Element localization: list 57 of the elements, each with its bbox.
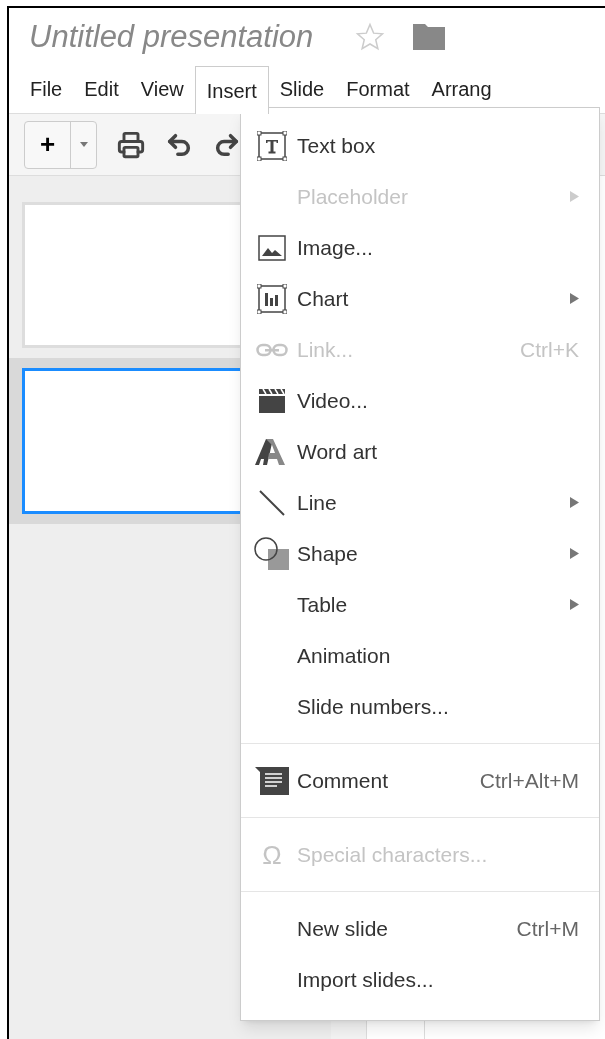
menu-item-label: Image... — [297, 234, 373, 261]
folder-icon[interactable] — [413, 24, 446, 50]
new-slide-button[interactable]: + — [25, 121, 71, 168]
image-icon — [258, 234, 286, 261]
menu-item-label: Placeholder — [297, 183, 408, 210]
submenu-arrow-icon — [570, 497, 579, 508]
menu-item-label: Chart — [297, 285, 349, 312]
menu-item-label: Line — [297, 489, 337, 516]
menu-item[interactable]: Chart — [241, 273, 599, 324]
menu-item-label: Word art — [297, 438, 378, 465]
submenu-arrow-icon — [570, 599, 579, 610]
submenu-arrow-icon — [570, 191, 579, 202]
new-slide-button-group[interactable]: + — [24, 120, 97, 169]
menu-item[interactable]: Import slides... — [241, 954, 599, 1005]
menu-item[interactable]: Word art — [241, 426, 599, 477]
menu-item-label: New slide — [297, 915, 389, 942]
menu-bar-item[interactable]: Insert — [194, 66, 269, 114]
line-icon — [258, 488, 286, 517]
shortcut-label: Ctrl+M — [516, 915, 579, 942]
menu-item[interactable]: Comment Ctrl+Alt+M — [241, 755, 599, 806]
text-box-icon — [257, 130, 287, 161]
menu-item[interactable]: Table — [241, 579, 599, 630]
submenu-arrow-icon — [570, 548, 579, 559]
print-icon[interactable] — [117, 130, 145, 159]
menu-item-label: Table — [297, 591, 348, 618]
clapperboard-icon — [258, 387, 286, 414]
chart-icon — [257, 283, 287, 314]
menu-bar-item[interactable]: Edit — [73, 65, 130, 113]
menu-item[interactable]: Slide numbers... — [241, 681, 599, 732]
submenu-arrow-icon — [570, 293, 579, 304]
caret-icon — [79, 142, 88, 147]
star-icon[interactable] — [355, 22, 386, 52]
menu-item-label: Video... — [297, 387, 368, 414]
menu-bar-item[interactable]: View — [129, 65, 195, 113]
menu-item-label: Special characters... — [297, 841, 488, 868]
menu-item-label: Slide numbers... — [297, 693, 449, 720]
menu-item-label: Shape — [297, 540, 358, 567]
shortcut-label: Ctrl+Alt+M — [479, 767, 579, 794]
shortcut-label: Ctrl+K — [520, 336, 579, 363]
menu-item[interactable]: Animation — [241, 630, 599, 681]
shapes-icon — [254, 536, 290, 571]
menu-item-label: Import slides... — [297, 966, 434, 993]
comment-icon — [255, 766, 289, 795]
omega-icon: Ω — [262, 841, 282, 868]
menu-item[interactable]: Shape — [241, 528, 599, 579]
menu-item-label: Text box — [297, 132, 376, 159]
menu-bar-item[interactable]: File — [19, 65, 74, 113]
menu-item-label: Comment — [297, 767, 389, 794]
menu-item[interactable]: Text box — [241, 120, 599, 171]
menu-item[interactable]: Video... — [241, 375, 599, 426]
document-title[interactable]: Untitled presentation — [29, 13, 314, 61]
menu-item[interactable]: New slide Ctrl+M — [241, 903, 599, 954]
menu-item[interactable]: Line — [241, 477, 599, 528]
menu-item-label: Link... — [297, 336, 354, 363]
link-icon — [256, 342, 288, 357]
menu-item[interactable]: Image... — [241, 222, 599, 273]
menu-item-label: Animation — [297, 642, 391, 669]
